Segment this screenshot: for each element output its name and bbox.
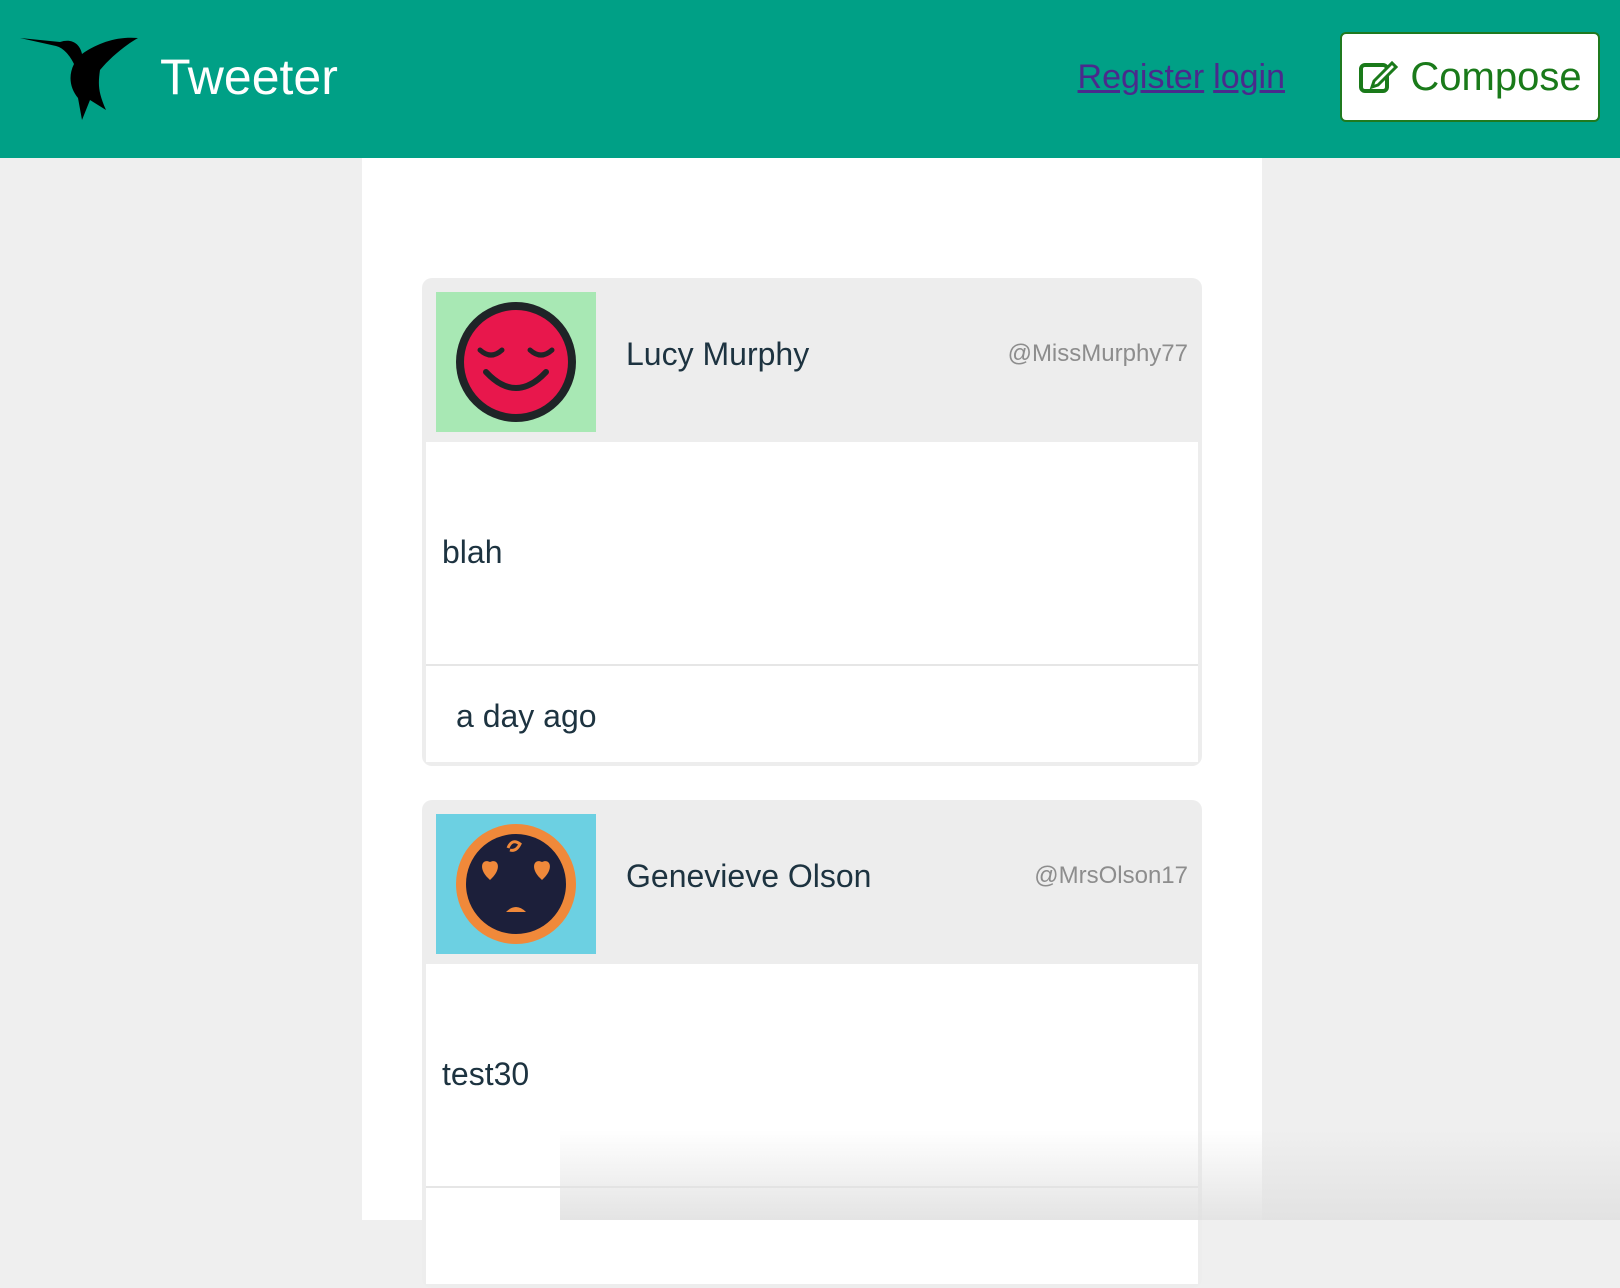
tweet-card: Genevieve Olson @MrsOlson17 test30 (422, 800, 1202, 1288)
edit-icon (1359, 60, 1399, 93)
hummingbird-logo-icon (20, 37, 138, 120)
register-link[interactable]: Register (1078, 58, 1205, 96)
tweet-footer (426, 1188, 1198, 1284)
heart-eyes-face-icon (436, 814, 596, 954)
tweet-footer: a day ago (426, 666, 1198, 762)
author-handle: @MissMurphy77 (1007, 340, 1188, 367)
top-navbar: Tweeter Register login Compose (0, 0, 1620, 158)
brand-title[interactable]: Tweeter (160, 48, 338, 106)
tweet-card: Lucy Murphy @MissMurphy77 blah a day ago (422, 278, 1202, 766)
smiling-face-icon (436, 292, 596, 432)
tweet-body: blah (426, 442, 1198, 666)
compose-button[interactable]: Compose (1340, 32, 1600, 122)
tweet-header: Lucy Murphy @MissMurphy77 (422, 278, 1202, 442)
tweet-timestamp: a day ago (456, 698, 597, 734)
author-name: Lucy Murphy (626, 336, 810, 372)
tweet-body: test30 (426, 964, 1198, 1188)
compose-label: Compose (1410, 54, 1582, 99)
nav-links: Register login (1069, 58, 1285, 97)
tweet-text: blah (442, 534, 503, 570)
tweet-feed: Lucy Murphy @MissMurphy77 blah a day ago… (362, 158, 1262, 1288)
author-name: Genevieve Olson (626, 858, 872, 894)
tweet-header: Genevieve Olson @MrsOlson17 (422, 800, 1202, 964)
author-handle: @MrsOlson17 (1034, 862, 1188, 889)
tweet-text: test30 (442, 1056, 530, 1092)
login-link[interactable]: login (1213, 58, 1285, 96)
